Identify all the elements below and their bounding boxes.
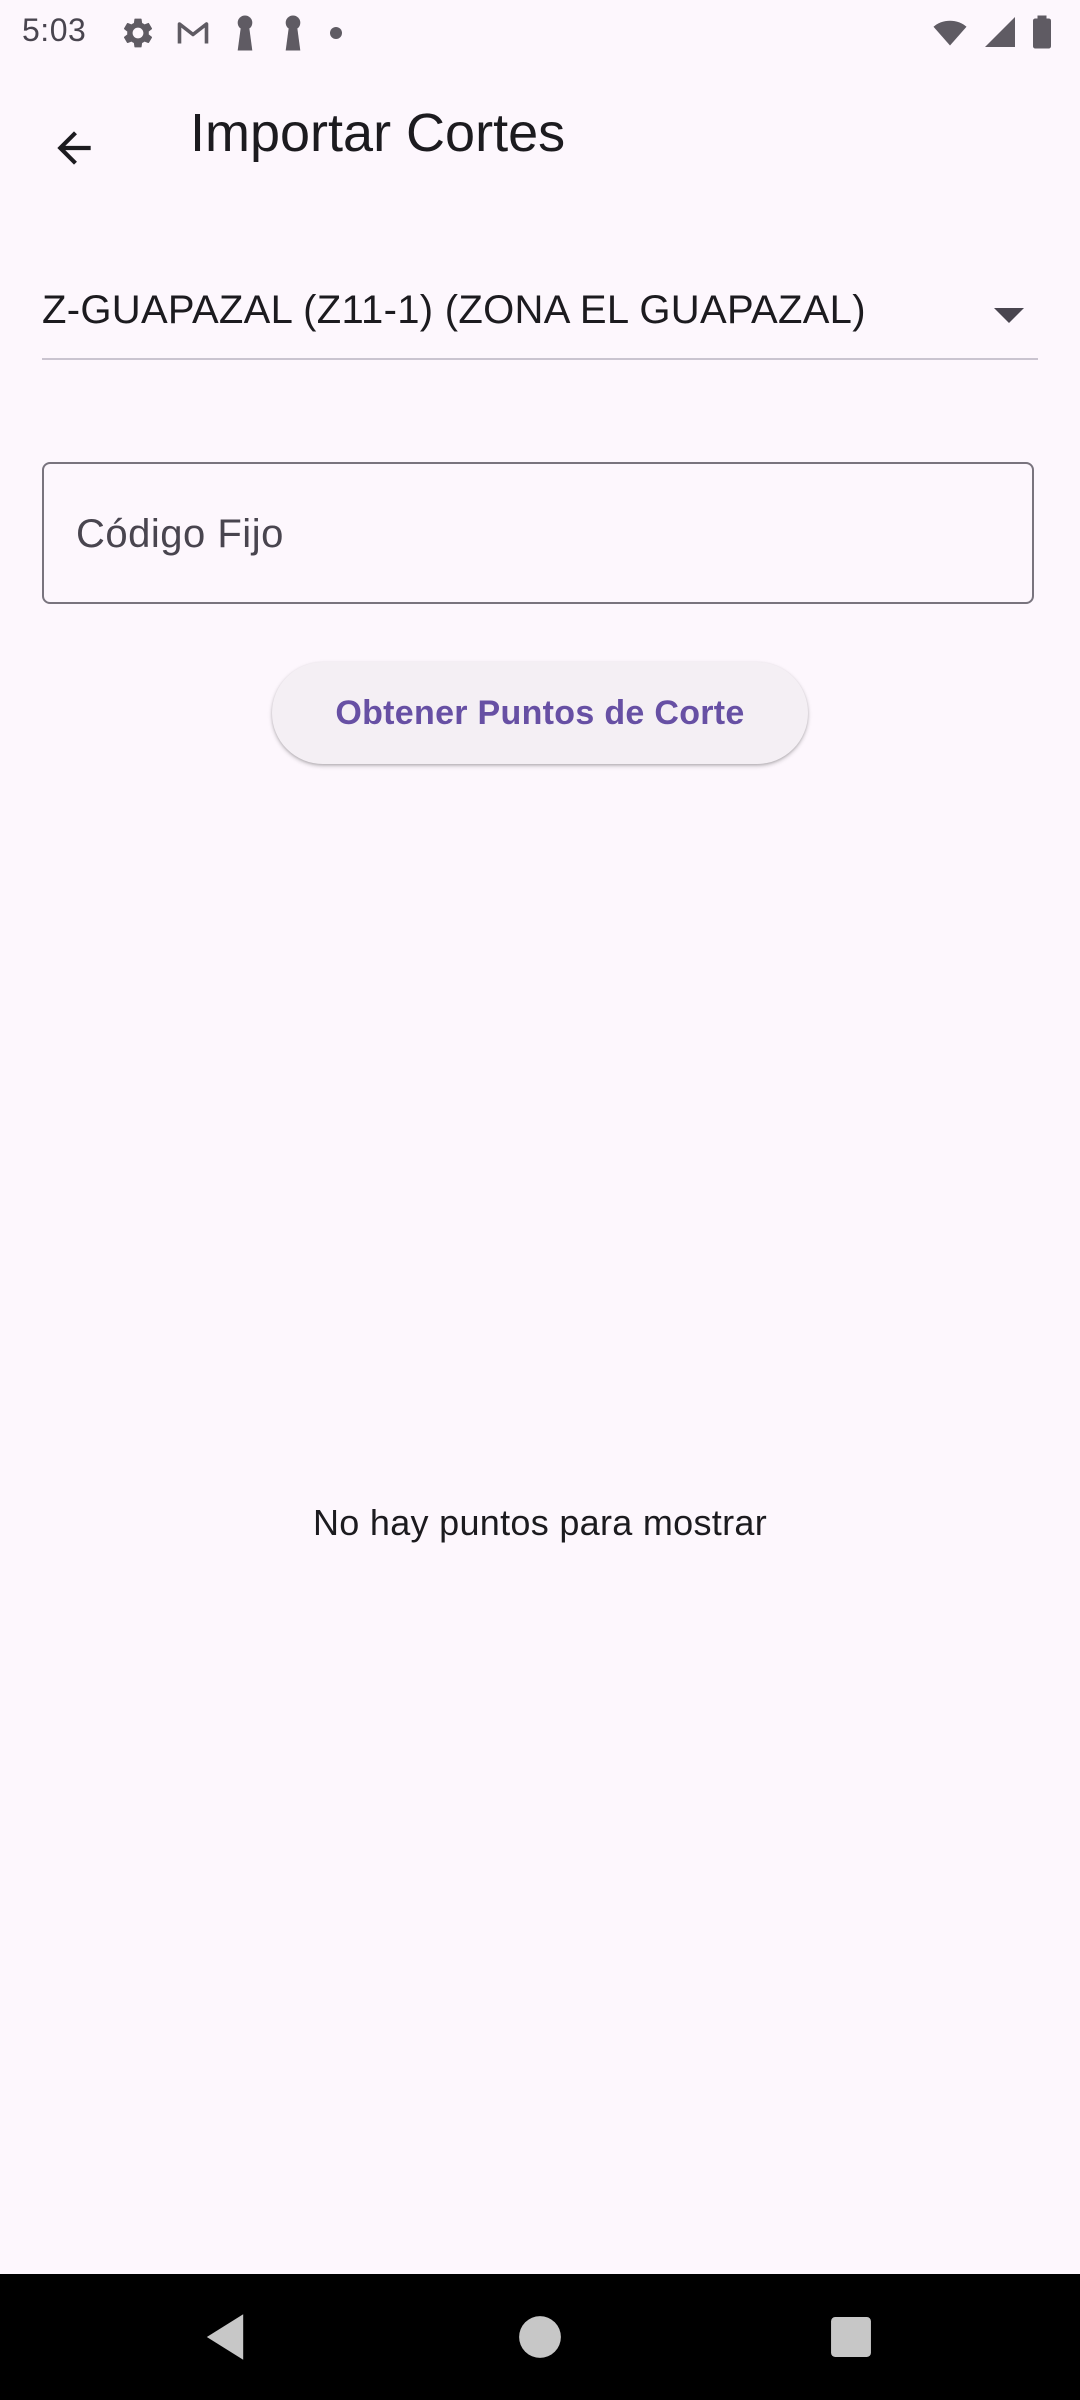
get-cut-points-button[interactable]: Obtener Puntos de Corte <box>272 662 808 764</box>
back-button[interactable] <box>30 104 118 192</box>
battery-icon <box>1030 14 1054 50</box>
system-nav-bar <box>0 2274 1080 2400</box>
arrow-drop-down-icon <box>994 308 1024 329</box>
notification-icons <box>120 14 346 52</box>
nav-home-button[interactable] <box>505 2302 575 2372</box>
arrow-back-icon <box>57 131 91 165</box>
wifi-icon <box>930 14 970 50</box>
signal-icon <box>982 14 1018 50</box>
nav-back-button[interactable] <box>190 2302 260 2372</box>
zone-dropdown-value: Z-GUAPAZAL (Z11-1) (ZONA EL GUAPAZAL) <box>42 288 866 332</box>
key-icon <box>230 14 260 52</box>
code-field[interactable] <box>42 462 1034 604</box>
page-title: Importar Cortes <box>190 103 566 163</box>
nav-home-icon <box>519 2316 561 2358</box>
nav-recents-icon <box>831 2317 871 2357</box>
app-bar: Importar Cortes <box>0 64 1080 208</box>
gmail-icon <box>174 15 212 51</box>
nav-recents-button[interactable] <box>816 2302 886 2372</box>
app-screen: 5:03 Importar Cortes Z-GUAPAZAL (Z11-1) … <box>0 0 1080 2400</box>
status-time: 5:03 <box>22 12 87 48</box>
dot-icon <box>326 15 346 51</box>
settings-icon <box>120 15 156 51</box>
empty-state-message: No hay puntos para mostrar <box>312 1502 768 1543</box>
nav-back-icon <box>206 2314 244 2360</box>
status-bar: 5:03 <box>0 0 1080 64</box>
key-icon <box>278 14 308 52</box>
code-input[interactable] <box>74 464 998 604</box>
system-status-icons <box>930 14 1054 50</box>
zone-dropdown[interactable]: Z-GUAPAZAL (Z11-1) (ZONA EL GUAPAZAL) <box>42 270 1038 360</box>
